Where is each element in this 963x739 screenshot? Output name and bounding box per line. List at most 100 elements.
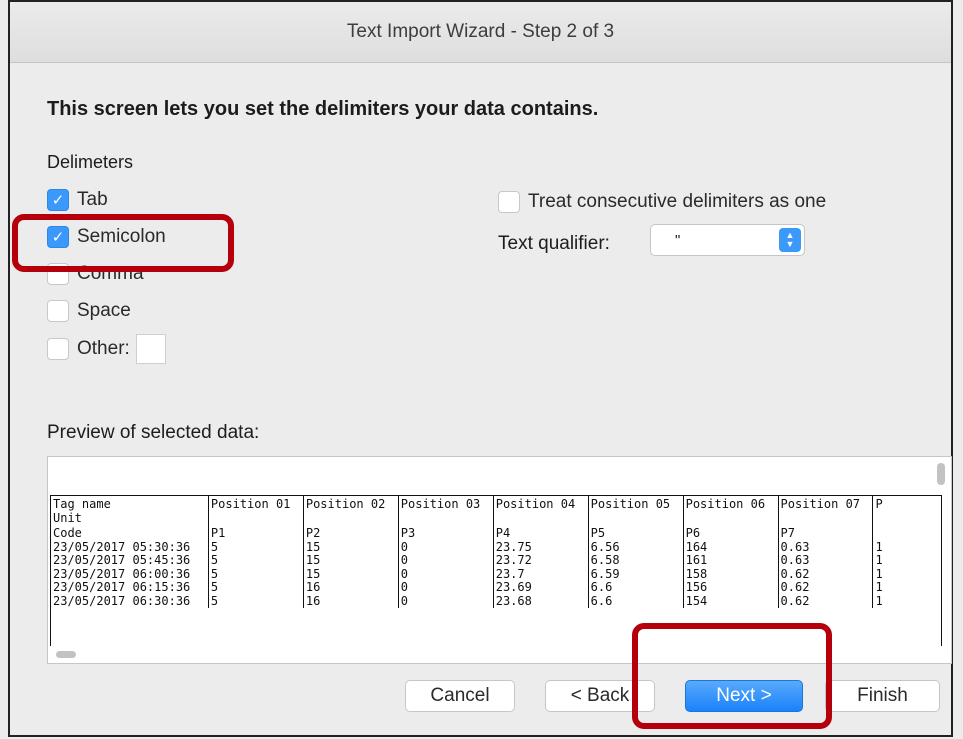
preview-row: 23/05/2017 06:30:36 5 16 0 23.68 6.6 154… xyxy=(51,594,941,608)
text-qualifier-select[interactable]: " ▲ ▼ xyxy=(650,224,805,256)
preview-cell: 15 xyxy=(302,567,399,581)
next-highlight-box xyxy=(632,623,832,729)
text-qualifier-label: Text qualifier: xyxy=(498,233,610,254)
delimiters-label: Delimeters xyxy=(47,152,134,172)
preview-cell: 164 xyxy=(682,540,779,554)
tab-label: Tab xyxy=(77,189,108,210)
instruction-heading: This screen lets you set the delimiters … xyxy=(47,98,599,120)
preview-cell: 0.62 xyxy=(777,581,873,595)
preview-cell: 5 xyxy=(207,581,304,595)
preview-cell: P1 xyxy=(207,527,304,541)
consecutive-option[interactable]: Treat consecutive delimiters as one xyxy=(498,191,826,213)
preview-header-cell: Position 04 xyxy=(492,496,589,527)
preview-cell: 15 xyxy=(302,554,399,568)
preview-cell: 23.72 xyxy=(492,554,589,568)
preview-cell: 161 xyxy=(682,554,779,568)
preview-cell: 23.7 xyxy=(492,567,589,581)
preview-cell: Code xyxy=(53,527,82,540)
preview-table: Tag name Unit Position 01 Position 02 Po… xyxy=(51,496,941,608)
preview-cell: 6.58 xyxy=(587,554,684,568)
semicolon-highlight-box xyxy=(12,214,234,272)
preview-header-cell: Position 07 xyxy=(777,496,873,527)
horizontal-scrollbar[interactable] xyxy=(56,651,76,658)
preview-cell: 5 xyxy=(207,554,304,568)
preview-header-cell: Position 06 xyxy=(682,496,779,527)
preview-header-row: Tag name Unit Position 01 Position 02 Po… xyxy=(51,496,941,527)
preview-cell: P7 xyxy=(777,527,873,541)
preview-cell: 23/05/2017 05:45:36 xyxy=(53,554,191,567)
space-label: Space xyxy=(77,300,131,321)
consecutive-label: Treat consecutive delimiters as one xyxy=(528,191,827,212)
preview-cell: 5 xyxy=(207,567,304,581)
preview-cell: 0.63 xyxy=(777,554,873,568)
preview-label: Preview of selected data: xyxy=(47,422,260,443)
preview-cell: 6.59 xyxy=(587,567,684,581)
other-checkbox[interactable] xyxy=(47,338,69,360)
preview-cell: 1 xyxy=(872,581,941,595)
preview-cell: 0 xyxy=(397,581,494,595)
preview-cell: P2 xyxy=(302,527,399,541)
preview-header-cell: Position 05 xyxy=(587,496,684,527)
preview-cell: 1 xyxy=(872,554,941,568)
preview-cell: 0.62 xyxy=(777,567,873,581)
preview-cell: 6.6 xyxy=(587,581,684,595)
preview-row: 23/05/2017 06:00:36 5 15 0 23.7 6.59 158… xyxy=(51,567,941,581)
preview-cell: 6.56 xyxy=(587,540,684,554)
preview-cell: P4 xyxy=(492,527,589,541)
preview-cell: 5 xyxy=(207,540,304,554)
preview-cell: 23/05/2017 06:30:36 xyxy=(53,594,191,608)
other-option[interactable]: Other: xyxy=(47,334,166,364)
preview-cell: P3 xyxy=(397,527,494,541)
preview-row: 23/05/2017 05:30:36 5 15 0 23.75 6.56 16… xyxy=(51,540,941,554)
preview-cell: 23.69 xyxy=(492,581,589,595)
preview-cell: 23.75 xyxy=(492,540,589,554)
other-label: Other: xyxy=(77,338,130,359)
space-option[interactable]: Space xyxy=(47,300,131,322)
preview-header-cell: Position 03 xyxy=(397,496,494,527)
other-delimiter-input[interactable] xyxy=(135,334,166,364)
tab-option[interactable]: ✓ Tab xyxy=(47,189,108,211)
preview-header-cell: Position 01 xyxy=(207,496,304,527)
preview-cell: 156 xyxy=(682,581,779,595)
preview-row: 23/05/2017 05:45:36 5 15 0 23.72 6.58 16… xyxy=(51,554,941,568)
preview-cell: P6 xyxy=(682,527,779,541)
checkmark-icon: ✓ xyxy=(51,192,65,209)
stepper-arrows-icon: ▲ ▼ xyxy=(779,228,801,252)
text-qualifier-value: " xyxy=(675,231,681,249)
preview-cell: 16 xyxy=(302,594,399,608)
preview-cell: 0 xyxy=(397,567,494,581)
preview-cell: 0.62 xyxy=(777,594,873,608)
preview-cell: 0 xyxy=(397,554,494,568)
preview-cell: 0 xyxy=(397,540,494,554)
preview-cell: 154 xyxy=(682,594,779,608)
preview-header-cell: Tag name Unit xyxy=(53,497,111,525)
preview-cell: 23/05/2017 05:30:36 xyxy=(53,540,191,554)
preview-cell: 1 xyxy=(872,594,941,608)
preview-cell: 1 xyxy=(872,540,941,554)
preview-header-cell: P xyxy=(872,496,941,527)
preview-cell: 5 xyxy=(207,594,304,608)
preview-cell: 6.6 xyxy=(587,594,684,608)
vertical-scrollbar[interactable] xyxy=(937,463,945,485)
preview-cell: P5 xyxy=(587,527,684,541)
preview-cell: 15 xyxy=(302,540,399,554)
title-bar: Text Import Wizard - Step 2 of 3 xyxy=(10,2,951,63)
preview-cell: 1 xyxy=(872,567,941,581)
preview-cell: 16 xyxy=(302,581,399,595)
tab-checkbox[interactable]: ✓ xyxy=(47,189,69,211)
preview-cell: 23/05/2017 06:15:36 xyxy=(53,581,191,594)
space-checkbox[interactable] xyxy=(47,300,69,322)
cancel-button[interactable]: Cancel xyxy=(405,680,515,712)
preview-cell: 23.68 xyxy=(492,594,589,608)
preview-row: Code P1 P2 P3 P4 P5 P6 P7 xyxy=(51,527,941,541)
preview-row: 23/05/2017 06:15:36 5 16 0 23.69 6.6 156… xyxy=(51,581,941,595)
preview-cell xyxy=(872,527,941,541)
consecutive-checkbox[interactable] xyxy=(498,191,520,213)
preview-cell: 158 xyxy=(682,567,779,581)
preview-header-cell: Position 02 xyxy=(302,496,399,527)
preview-cell: 0.63 xyxy=(777,540,873,554)
preview-cell: 23/05/2017 06:00:36 xyxy=(53,567,191,581)
preview-cell: 0 xyxy=(397,594,494,608)
window-title: Text Import Wizard - Step 2 of 3 xyxy=(346,21,615,42)
finish-button[interactable]: Finish xyxy=(825,680,940,712)
